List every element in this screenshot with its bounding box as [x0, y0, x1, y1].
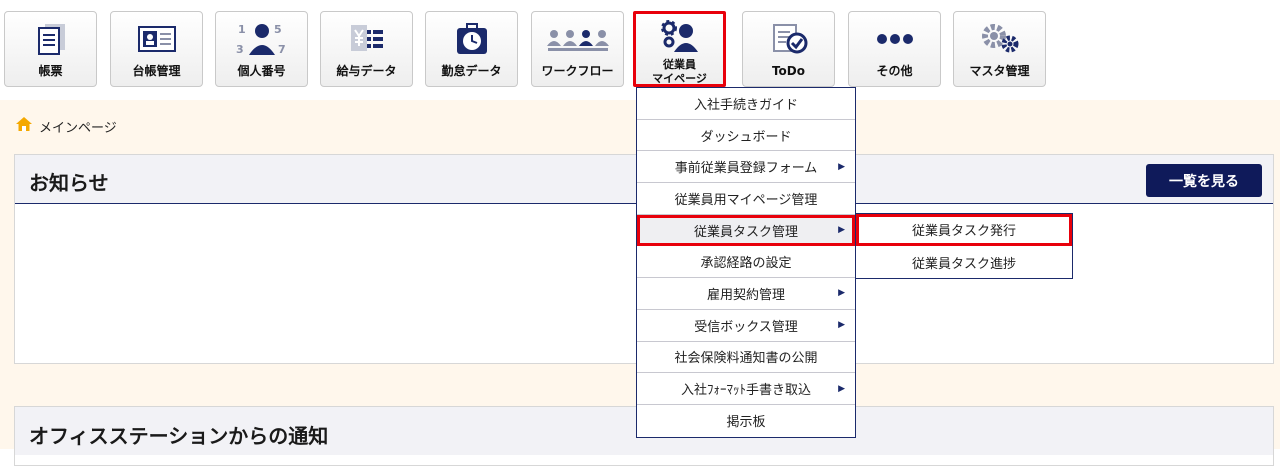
chevron-right-icon: ▶ — [838, 383, 845, 394]
svg-text:7: 7 — [278, 43, 286, 56]
toolbar-button-other[interactable]: その他 — [848, 11, 941, 87]
toolbar-button-personal-number[interactable]: 1 5 3 7 個人番号 — [215, 11, 308, 87]
toolbar-button-workflow[interactable]: ワークフロー — [531, 11, 624, 87]
toolbar-button-forms[interactable]: 帳票 — [4, 11, 97, 87]
checklist-icon — [743, 22, 834, 56]
toolbar-button-attendance-data[interactable]: 勤怠データ — [425, 11, 518, 87]
id-card-icon — [111, 22, 202, 56]
submenu-item-issue-task[interactable]: 従業員タスク発行 — [856, 214, 1072, 246]
menu-item-employment-contract[interactable]: 雇用契約管理 ▶ — [637, 278, 855, 310]
notices-title: お知らせ — [29, 171, 109, 195]
chevron-right-icon: ▶ — [838, 161, 845, 172]
view-all-button[interactable]: 一覧を見る — [1146, 164, 1262, 197]
menu-item-approval-route-settings[interactable]: 承認経路の設定 — [637, 246, 855, 279]
employee-mypage-dropdown: 入社手続きガイド ダッシュボード 事前従業員登録フォーム ▶ 従業員用マイページ管… — [636, 87, 856, 438]
gears-icon — [954, 22, 1045, 56]
yen-list-icon — [321, 22, 412, 56]
svg-text:1: 1 — [238, 23, 246, 36]
toolbar-button-ledger[interactable]: 台帳管理 — [110, 11, 203, 87]
person-number-icon: 1 5 3 7 — [216, 22, 307, 56]
svg-text:3: 3 — [236, 43, 244, 56]
toolbar-button-label: 個人番号 — [237, 64, 286, 78]
main-toolbar: 帳票 台帳管理 1 5 3 7 個人番号 給与データ 勤怠データ ワークフロー … — [0, 0, 1280, 100]
menu-item-social-insurance-notice[interactable]: 社会保険料通知書の公開 — [637, 342, 855, 374]
menu-item-onboarding-guide[interactable]: 入社手続きガイド — [637, 88, 855, 120]
toolbar-button-label: 帳票 — [38, 64, 63, 78]
menu-item-mypage-management[interactable]: 従業員用マイページ管理 — [637, 183, 855, 215]
menu-item-handwritten-import[interactable]: 入社ﾌｫｰﾏｯﾄ手書き取込 ▶ — [637, 373, 855, 405]
office-station-title: オフィスステーションからの通知 — [29, 424, 329, 448]
toolbar-button-label: ワークフロー — [541, 64, 614, 78]
chevron-right-icon: ▶ — [838, 288, 845, 299]
chevron-right-icon: ▶ — [838, 320, 845, 331]
menu-item-dashboard[interactable]: ダッシュボード — [637, 120, 855, 152]
toolbar-button-label: その他 — [876, 64, 913, 78]
toolbar-button-label: マスタ管理 — [969, 64, 1030, 78]
toolbar-button-label: ToDo — [771, 64, 806, 78]
employee-task-submenu: 従業員タスク発行 従業員タスク進捗 — [855, 213, 1073, 279]
home-icon[interactable] — [15, 116, 33, 136]
chevron-right-icon: ▶ — [838, 225, 845, 236]
menu-item-bulletin-board[interactable]: 掲示板 — [637, 405, 855, 437]
menu-item-inbox-management[interactable]: 受信ボックス管理 ▶ — [637, 310, 855, 342]
svg-text:5: 5 — [274, 23, 282, 36]
toolbar-button-todo[interactable]: ToDo — [742, 11, 835, 87]
toolbar-button-label: 給与データ — [336, 64, 397, 78]
menu-item-pre-registration-form[interactable]: 事前従業員登録フォーム ▶ — [637, 151, 855, 184]
submenu-item-task-progress[interactable]: 従業員タスク進捗 — [856, 246, 1072, 278]
toolbar-button-label: 勤怠データ — [441, 64, 502, 78]
menu-item-employee-task-management[interactable]: 従業員タスク管理 ▶ — [637, 214, 855, 247]
clock-briefcase-icon — [426, 22, 517, 56]
breadcrumb: メインページ — [15, 116, 117, 136]
document-icon — [5, 22, 96, 56]
toolbar-button-payroll-data[interactable]: 給与データ — [320, 11, 413, 87]
toolbar-button-master-management[interactable]: マスタ管理 — [953, 11, 1046, 87]
toolbar-button-employee-mypage[interactable]: 従業員 マイページ — [633, 11, 726, 87]
employee-gear-icon — [636, 20, 723, 54]
more-dots-icon — [849, 22, 940, 56]
toolbar-button-label: 台帳管理 — [132, 64, 181, 78]
breadcrumb-label[interactable]: メインページ — [39, 117, 117, 136]
toolbar-button-label: 従業員 マイページ — [652, 58, 707, 85]
people-flow-icon — [532, 22, 623, 56]
